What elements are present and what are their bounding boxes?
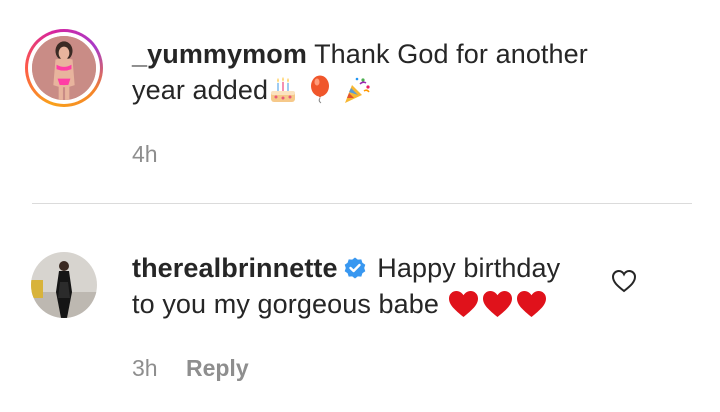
comment-meta: 4h (132, 141, 158, 168)
comment-body-line2: to you my gorgeous babe (132, 289, 439, 319)
balloon-icon (306, 75, 336, 105)
comment-text: therealbrinnette Happy birthday to you m… (132, 250, 560, 322)
like-comment-heart-icon[interactable] (611, 268, 637, 294)
comment-username[interactable]: therealbrinnette (132, 253, 338, 283)
comment-item: therealbrinnette Happy birthday to you m… (0, 204, 720, 412)
comment-timestamp: 3h (132, 355, 158, 381)
avatar[interactable] (31, 252, 97, 318)
avatar-image (31, 252, 97, 318)
red-heart-icon (481, 289, 514, 319)
red-heart-icon (447, 289, 480, 319)
verified-badge-icon (342, 254, 368, 280)
comment-body-line1: Thank God for another (314, 39, 588, 69)
comment-body-line1: Happy birthday (377, 253, 561, 283)
comment-meta: 3h Reply (132, 355, 249, 382)
comment-timestamp: 4h (132, 141, 158, 167)
red-heart-icon (515, 289, 548, 319)
birthday-cake-icon (268, 75, 298, 105)
avatar-image (32, 36, 96, 100)
reply-button[interactable]: Reply (186, 355, 249, 381)
comment-body-line2: year added (132, 75, 269, 105)
comment-username[interactable]: _yummymom (132, 39, 307, 69)
comment-text: _yummymom Thank God for another year add… (132, 36, 588, 108)
avatar[interactable] (25, 29, 103, 107)
party-popper-icon (342, 75, 372, 105)
comment-item: _yummymom Thank God for another year add… (0, 0, 720, 200)
